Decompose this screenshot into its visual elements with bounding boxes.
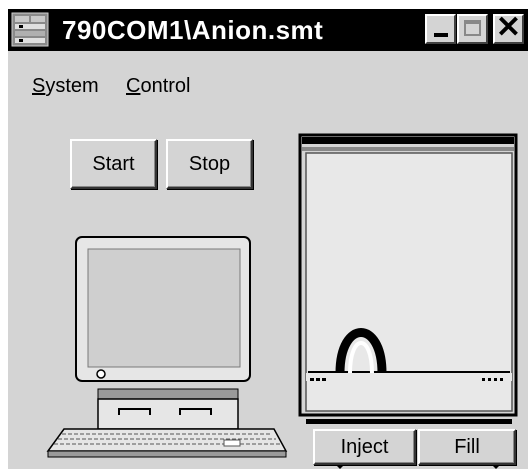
computer-icon — [46, 236, 288, 458]
start-button[interactable]: Start — [70, 139, 157, 189]
maximize-button[interactable] — [457, 14, 488, 44]
menu-system-mnemonic: S — [32, 75, 46, 97]
menu-control[interactable]: Control — [126, 73, 190, 99]
stop-button[interactable]: Stop — [166, 139, 253, 189]
menu-system[interactable]: System — [32, 73, 99, 99]
menu-control-mnemonic: C — [126, 75, 141, 97]
instrument-rack-icon — [11, 12, 49, 47]
menu-bar: System Control — [8, 73, 528, 101]
menu-system-label: ystem — [45, 75, 99, 97]
maximize-icon — [464, 20, 481, 36]
window-title: 790COM1\Anion.smt — [62, 15, 324, 45]
minimize-button[interactable] — [425, 14, 456, 44]
keyboard — [46, 428, 288, 458]
application-window: 790COM1\Anion.smt ✕ System Control Start… — [6, 7, 528, 469]
monitor — [75, 236, 251, 382]
minimize-icon — [434, 33, 448, 37]
ion-chromatograph-icon — [298, 133, 518, 469]
fill-button[interactable]: Fill — [418, 429, 516, 465]
title-bar[interactable]: 790COM1\Anion.smt ✕ — [8, 9, 528, 51]
computer-base — [97, 388, 239, 430]
menu-control-label: ontrol — [140, 75, 191, 97]
close-icon: ✕ — [495, 11, 522, 44]
inject-button[interactable]: Inject — [313, 429, 416, 465]
close-button[interactable]: ✕ — [493, 11, 524, 44]
